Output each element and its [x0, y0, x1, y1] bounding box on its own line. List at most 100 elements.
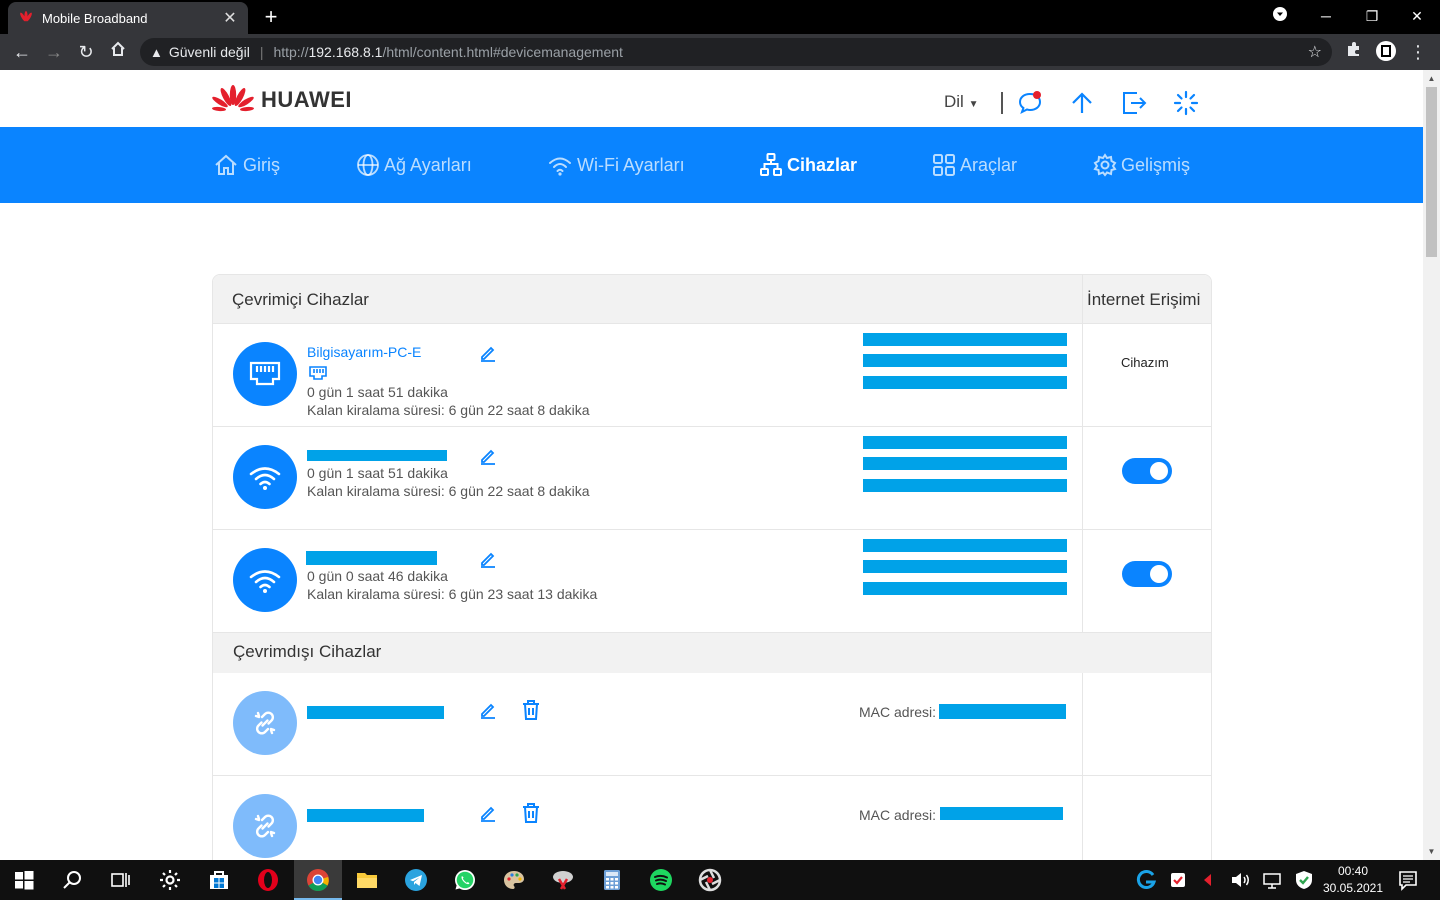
settings-gear-icon[interactable] [158, 868, 182, 892]
reload-icon[interactable]: ↻ [74, 40, 98, 64]
trash-icon[interactable] [521, 802, 541, 824]
store-bag-icon[interactable] [207, 868, 231, 892]
minimize-icon[interactable]: ─ [1303, 0, 1349, 32]
extensions-puzzle-icon[interactable] [1342, 40, 1366, 64]
chrome-browser-icon[interactable] [306, 868, 330, 892]
tab-title: Mobile Broadband [42, 10, 148, 26]
whatsapp-icon[interactable] [453, 868, 477, 892]
device-avatar [233, 548, 297, 612]
windows-taskbar: 00:40 30.05.2021 [0, 860, 1440, 900]
spotify-icon[interactable] [649, 868, 673, 892]
edit-pencil-icon[interactable] [479, 550, 497, 568]
notification-center-icon[interactable] [1396, 868, 1420, 892]
logo-text: HUAWEI [261, 87, 352, 112]
scroll-down-icon[interactable]: ▼ [1423, 843, 1440, 860]
ethernet-port-icon [249, 361, 281, 386]
nav-network-settings[interactable]: Ağ Ayarları [356, 127, 472, 203]
snipping-tool-icon[interactable] [551, 868, 575, 892]
broken-link-icon [254, 711, 276, 735]
huawei-flower-icon [212, 85, 254, 112]
clock-time: 00:40 [1337, 864, 1369, 878]
table-row: MAC adresi: [213, 776, 1211, 860]
address-bar[interactable]: ▲ Güvenli değil | http://192.168.8.1/htm… [140, 38, 1332, 66]
nav-devices[interactable]: Cihazlar [759, 127, 857, 203]
redacted-info [863, 539, 1067, 552]
search-icon[interactable] [60, 868, 84, 892]
browser-tab-bar: Mobile Broadband ✕ + ─ ❐ ✕ [0, 0, 1440, 34]
edit-pencil-icon[interactable] [479, 804, 497, 822]
paint-palette-icon[interactable] [502, 868, 526, 892]
device-lease-time: Kalan kiralama süresi: 6 gün 22 saat 8 d… [307, 402, 590, 418]
online-devices-title: Çevrimiçi Cihazlar [232, 290, 369, 309]
devices-table: Çevrimiçi Cihazlar İnternet Erişimi Bilg… [212, 274, 1212, 860]
logout-icon[interactable] [1121, 90, 1147, 116]
message-bubble-icon[interactable] [1017, 90, 1043, 116]
edit-pencil-icon[interactable] [479, 344, 497, 362]
system-clock[interactable]: 00:40 30.05.2021 [1318, 863, 1388, 897]
home-page-icon[interactable] [106, 40, 130, 64]
redacted-info [863, 479, 1067, 492]
huawei-logo[interactable]: HUAWEI [211, 84, 352, 116]
tray-arrow-icon[interactable] [1196, 868, 1220, 892]
mac-address-label: MAC adresi: [859, 807, 937, 823]
scroll-up-icon[interactable]: ▲ [1423, 70, 1440, 87]
url-scheme: http:// [273, 44, 309, 60]
nav-tools-label: Araçlar [960, 154, 1018, 175]
internet-access-toggle[interactable] [1122, 561, 1172, 587]
upload-arrow-icon[interactable] [1069, 90, 1095, 116]
gear-icon [1093, 153, 1117, 177]
forward-arrow-icon[interactable]: → [42, 40, 66, 64]
device-uptime: 0 gün 1 saat 51 dakika [307, 384, 448, 400]
nav-wifi-settings[interactable]: Wi-Fi Ayarları [547, 127, 685, 203]
huawei-favicon-icon [20, 11, 32, 22]
tray-g-app-icon[interactable] [1134, 868, 1158, 892]
nav-home[interactable]: Giriş [213, 127, 280, 203]
new-tab-button[interactable]: + [258, 4, 284, 30]
device-uptime: 0 gün 1 saat 51 dakika [307, 465, 448, 481]
offline-devices-title: Çevrimdışı Cihazlar [233, 642, 382, 661]
calculator-icon[interactable] [600, 868, 624, 892]
telegram-icon[interactable] [404, 868, 428, 892]
aperture-app-icon[interactable] [698, 868, 722, 892]
redacted-info [863, 457, 1067, 470]
internet-access-toggle[interactable] [1122, 458, 1172, 484]
window-close-icon[interactable]: ✕ [1394, 0, 1440, 32]
network-icon[interactable] [1260, 868, 1284, 892]
maximize-icon[interactable]: ❐ [1349, 0, 1395, 32]
security-label[interactable]: Güvenli değil [169, 44, 250, 60]
redacted-info [863, 582, 1067, 595]
profile-dropdown-icon[interactable] [1257, 0, 1303, 32]
browser-menu-icon[interactable]: ⋮ [1406, 40, 1430, 64]
edit-pencil-icon[interactable] [479, 701, 497, 719]
table-row: 0 gün 1 saat 51 dakika Kalan kiralama sü… [213, 427, 1211, 530]
volume-icon[interactable] [1228, 868, 1252, 892]
nav-tools[interactable]: Araçlar [932, 127, 1017, 203]
mac-address-label: MAC adresi: [859, 704, 937, 720]
task-view-icon[interactable] [108, 868, 132, 892]
url-path: /html/content.html#devicemanagement [382, 44, 623, 60]
edit-pencil-icon[interactable] [479, 447, 497, 465]
scrollbar-thumb[interactable] [1426, 87, 1437, 257]
back-arrow-icon[interactable]: ← [10, 40, 34, 64]
ethernet-small-icon [309, 366, 327, 380]
nav-advanced[interactable]: Gelişmiş [1093, 127, 1190, 203]
loading-spinner-icon [1173, 90, 1199, 116]
defender-shield-icon[interactable] [1292, 868, 1316, 892]
profile-avatar-icon[interactable] [1374, 40, 1398, 64]
bookmark-star-icon[interactable]: ☆ [1308, 42, 1322, 62]
redacted-info [863, 354, 1067, 367]
wifi-device-icon [249, 570, 281, 593]
file-explorer-icon[interactable] [355, 868, 379, 892]
language-selector[interactable]: Dil ▼ [944, 92, 978, 112]
windows-start-icon[interactable] [12, 868, 36, 892]
tab-close-icon[interactable]: ✕ [222, 8, 238, 28]
header-separator [1001, 92, 1003, 114]
device-name-link[interactable]: Bilgisayarım-PC-E [307, 344, 421, 360]
page-scrollbar[interactable]: ▲ ▼ [1423, 70, 1440, 860]
tray-security-icon[interactable] [1166, 868, 1190, 892]
caret-down-icon: ▼ [968, 99, 979, 110]
trash-icon[interactable] [521, 699, 541, 721]
redacted-mac-address [940, 807, 1063, 820]
browser-tab[interactable]: Mobile Broadband ✕ [8, 2, 248, 34]
opera-browser-icon[interactable] [256, 868, 280, 892]
